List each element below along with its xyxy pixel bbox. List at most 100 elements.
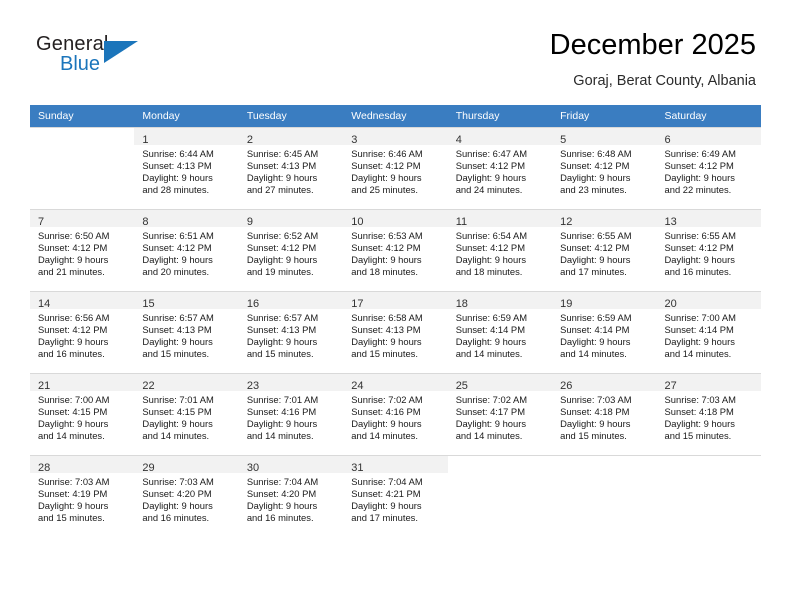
- day-number: 20: [664, 298, 677, 310]
- sunrise-text: Sunrise: 6:46 AM: [351, 148, 423, 159]
- sunset-text: Sunset: 4:21 PM: [351, 488, 421, 500]
- day-cell[interactable]: 22 Sunrise: 7:01 AM Sunset: 4:15 PM Dayligh…: [134, 373, 239, 455]
- day-cell[interactable]: 30 Sunrise: 7:04 AM Sunset: 4:20 PM Dayligh…: [238, 455, 344, 537]
- day-cell[interactable]: 8 Sunrise: 6:51 AM Sunset: 4:12 PM Daylight…: [134, 209, 239, 291]
- day-cell-inner: 21 Sunrise: 7:00 AM Sunset: 4:15 PM Dayligh…: [30, 373, 135, 455]
- day-number: 10: [351, 216, 364, 228]
- day-cell[interactable]: 16 Sunrise: 6:57 AM Sunset: 4:13 PM Dayligh…: [238, 291, 344, 373]
- sunset-text: Sunset: 4:12 PM: [664, 160, 734, 172]
- day-cell[interactable]: 19 Sunrise: 6:59 AM Sunset: 4:14 PM Dayligh…: [552, 291, 657, 373]
- day-cell[interactable]: 23 Sunrise: 7:01 AM Sunset: 4:16 PM Dayligh…: [238, 373, 344, 455]
- day-number-bar: 11: [447, 210, 553, 228]
- day-cell[interactable]: 2 Sunrise: 6:45 AM Sunset: 4:13 PM Daylight…: [238, 127, 344, 209]
- daylight-text-line1: Daylight: 9 hours: [351, 254, 422, 266]
- day-cell[interactable]: [656, 455, 761, 537]
- daylight-text-line2: and 25 minutes.: [351, 184, 418, 196]
- daylight-text-line2: and 21 minutes.: [38, 266, 105, 278]
- day-cell-inner: [552, 455, 657, 537]
- calendar-head: Sunday Monday Tuesday Wednesday Thursday…: [30, 105, 761, 127]
- day-cell[interactable]: 13 Sunrise: 6:55 AM Sunset: 4:12 PM Dayligh…: [656, 209, 761, 291]
- day-cell[interactable]: 29 Sunrise: 7:03 AM Sunset: 4:20 PM Dayligh…: [134, 455, 239, 537]
- sunset-text: Sunset: 4:14 PM: [455, 324, 525, 336]
- day-cell[interactable]: 18 Sunrise: 6:59 AM Sunset: 4:14 PM Dayligh…: [447, 291, 553, 373]
- daylight-text-line1: Daylight: 9 hours: [38, 336, 109, 348]
- day-cell[interactable]: 20 Sunrise: 7:00 AM Sunset: 4:14 PM Dayligh…: [656, 291, 761, 373]
- day-cell[interactable]: 21 Sunrise: 7:00 AM Sunset: 4:15 PM Dayligh…: [30, 373, 135, 455]
- day-cell[interactable]: 14 Sunrise: 6:56 AM Sunset: 4:12 PM Dayligh…: [30, 291, 135, 373]
- sunrise-text: Sunrise: 6:48 AM: [560, 148, 632, 159]
- sunset-text: Sunset: 4:13 PM: [351, 324, 421, 336]
- day-cell[interactable]: 10 Sunrise: 6:53 AM Sunset: 4:12 PM Dayligh…: [343, 209, 448, 291]
- day-number-bar: 15: [134, 292, 239, 310]
- day-cell[interactable]: 11 Sunrise: 6:54 AM Sunset: 4:12 PM Dayligh…: [447, 209, 553, 291]
- day-number: 26: [560, 380, 573, 392]
- day-details: Sunrise: 7:03 AM Sunset: 4:20 PM Daylight:…: [134, 473, 238, 524]
- day-number: 4: [455, 134, 462, 146]
- weekday-header-sunday: Sunday: [30, 105, 135, 127]
- day-cell[interactable]: 26 Sunrise: 7:03 AM Sunset: 4:18 PM Dayligh…: [552, 373, 657, 455]
- day-cell[interactable]: 9 Sunrise: 6:52 AM Sunset: 4:12 PM Daylight…: [238, 209, 344, 291]
- calendar-page: General Blue December 2025 Goraj, Berat …: [0, 0, 792, 612]
- day-cell[interactable]: 12 Sunrise: 6:55 AM Sunset: 4:12 PM Dayligh…: [552, 209, 657, 291]
- daylight-text-line1: Daylight: 9 hours: [560, 418, 631, 430]
- day-cell[interactable]: 28 Sunrise: 7:03 AM Sunset: 4:19 PM Dayligh…: [30, 455, 135, 537]
- daylight-text-line1: Daylight: 9 hours: [664, 336, 735, 348]
- day-cell[interactable]: 4 Sunrise: 6:47 AM Sunset: 4:12 PM Daylight…: [447, 127, 553, 209]
- day-cell[interactable]: 3 Sunrise: 6:46 AM Sunset: 4:12 PM Daylight…: [343, 127, 448, 209]
- day-cell[interactable]: 27 Sunrise: 7:03 AM Sunset: 4:18 PM Dayligh…: [656, 373, 761, 455]
- day-cell[interactable]: [447, 455, 553, 537]
- sunset-text: Sunset: 4:12 PM: [351, 160, 421, 172]
- sunrise-text: Sunrise: 7:03 AM: [38, 476, 110, 487]
- sunrise-text: Sunrise: 7:00 AM: [38, 394, 110, 405]
- day-cell[interactable]: 25 Sunrise: 7:02 AM Sunset: 4:17 PM Dayligh…: [447, 373, 553, 455]
- sunset-text: Sunset: 4:13 PM: [246, 324, 317, 336]
- day-cell-inner: [447, 455, 553, 537]
- daylight-text-line1: Daylight: 9 hours: [246, 254, 318, 266]
- day-cell-inner: 17 Sunrise: 6:58 AM Sunset: 4:13 PM Dayligh…: [343, 291, 448, 373]
- general-blue-logo[interactable]: General Blue: [36, 33, 156, 83]
- sunrise-text: Sunrise: 6:55 AM: [560, 230, 632, 241]
- day-number: 8: [142, 216, 149, 228]
- daylight-text-line2: and 19 minutes.: [246, 266, 314, 278]
- sunset-text: Sunset: 4:16 PM: [351, 406, 421, 418]
- day-number: 14: [38, 298, 51, 310]
- day-number-bar: 14: [30, 292, 135, 310]
- sunrise-text: Sunrise: 7:01 AM: [142, 394, 214, 405]
- day-cell[interactable]: 6 Sunrise: 6:49 AM Sunset: 4:12 PM Daylight…: [656, 127, 761, 209]
- sunrise-text: Sunrise: 7:04 AM: [246, 476, 319, 487]
- daylight-text-line1: Daylight: 9 hours: [455, 336, 527, 348]
- day-number: 5: [560, 134, 567, 146]
- day-cell[interactable]: 1 Sunrise: 6:44 AM Sunset: 4:13 PM Daylight…: [134, 127, 239, 209]
- daylight-text-line2: and 14 minutes.: [246, 430, 314, 442]
- daylight-text-line2: and 14 minutes.: [38, 430, 105, 442]
- daylight-text-line2: and 16 minutes.: [142, 512, 210, 524]
- day-cell[interactable]: 7 Sunrise: 6:50 AM Sunset: 4:12 PM Daylight…: [30, 209, 135, 291]
- day-cell-inner: 5 Sunrise: 6:48 AM Sunset: 4:12 PM Daylight…: [552, 127, 657, 209]
- day-cell[interactable]: [30, 127, 135, 209]
- day-cell[interactable]: 15 Sunrise: 6:57 AM Sunset: 4:13 PM Dayligh…: [134, 291, 239, 373]
- day-cell[interactable]: [552, 455, 657, 537]
- day-cell[interactable]: 31 Sunrise: 7:04 AM Sunset: 4:21 PM Dayligh…: [343, 455, 448, 537]
- daylight-text-line1: Daylight: 9 hours: [246, 172, 318, 184]
- logo-text-blue: Blue: [60, 53, 101, 75]
- daylight-text-line2: and 15 minutes.: [560, 430, 627, 442]
- day-cell-inner: [30, 127, 135, 209]
- sunset-text: Sunset: 4:18 PM: [560, 406, 630, 418]
- day-details: Sunrise: 6:47 AM Sunset: 4:12 PM Daylight:…: [448, 145, 552, 196]
- daylight-text-line1: Daylight: 9 hours: [455, 172, 527, 184]
- calendar-table: Sunday Monday Tuesday Wednesday Thursday…: [30, 105, 761, 537]
- daylight-text-line1: Daylight: 9 hours: [664, 254, 735, 266]
- daylight-text-line2: and 20 minutes.: [142, 266, 210, 278]
- daylight-text-line1: Daylight: 9 hours: [560, 172, 631, 184]
- day-cell[interactable]: 17 Sunrise: 6:58 AM Sunset: 4:13 PM Dayligh…: [343, 291, 448, 373]
- day-cell-inner: 29 Sunrise: 7:03 AM Sunset: 4:20 PM Dayligh…: [134, 455, 239, 537]
- day-number: 25: [455, 380, 468, 392]
- day-cell[interactable]: 24 Sunrise: 7:02 AM Sunset: 4:16 PM Dayligh…: [343, 373, 448, 455]
- day-cell[interactable]: 5 Sunrise: 6:48 AM Sunset: 4:12 PM Daylight…: [552, 127, 657, 209]
- day-details: Sunrise: 6:48 AM Sunset: 4:12 PM Daylight:…: [552, 145, 656, 196]
- logo-triangle-icon: [104, 41, 138, 63]
- calendar-body: 1 Sunrise: 6:44 AM Sunset: 4:13 PM Daylight…: [30, 127, 761, 537]
- daylight-text-line1: Daylight: 9 hours: [142, 418, 213, 430]
- daylight-text-line2: and 28 minutes.: [142, 184, 210, 196]
- sunrise-text: Sunrise: 7:03 AM: [560, 394, 632, 405]
